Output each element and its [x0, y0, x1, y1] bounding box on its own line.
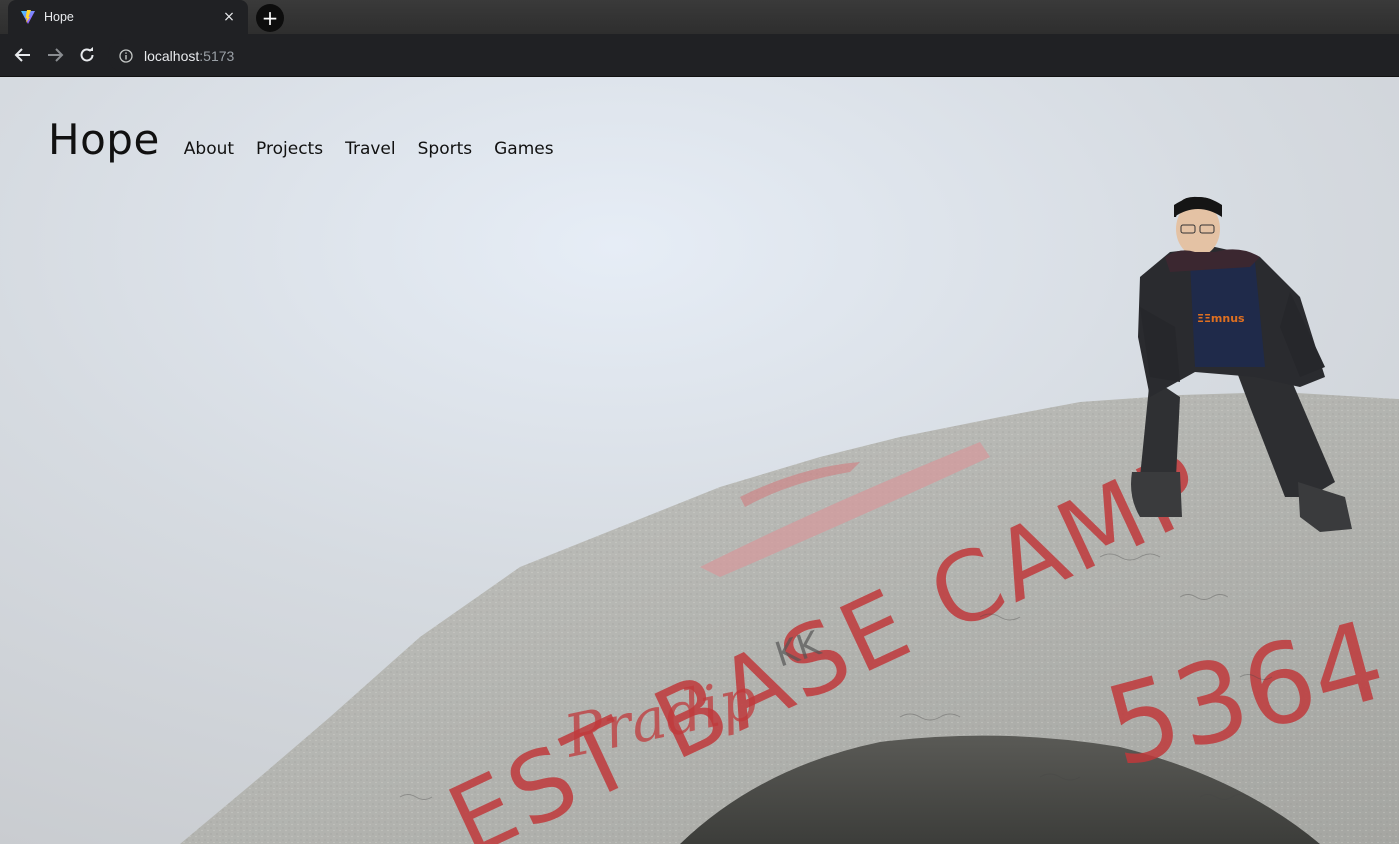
tab-title: Hope	[44, 10, 74, 24]
browser-tab-strip: Hope × +	[0, 0, 1399, 34]
hero-background-image: EST BASE CAMP 5364 Pradip KK ΞΞmnus	[0, 77, 1399, 844]
site-navigation: Hope About Projects Travel Sports Games	[48, 115, 576, 164]
new-tab-button[interactable]: +	[256, 4, 284, 32]
close-tab-icon[interactable]: ×	[220, 8, 238, 26]
back-arrow-icon[interactable]	[10, 42, 36, 68]
browser-toolbar: localhost:5173	[0, 34, 1399, 77]
browser-tab[interactable]: Hope ×	[8, 0, 248, 34]
nav-link-projects[interactable]: Projects	[256, 139, 323, 159]
site-logo[interactable]: Hope	[48, 115, 160, 164]
shirt-logo: ΞΞmnus	[1197, 312, 1245, 325]
page-viewport: EST BASE CAMP 5364 Pradip KK ΞΞmnus Hope…	[0, 77, 1399, 844]
nav-link-about[interactable]: About	[184, 139, 234, 159]
url-port: :5173	[199, 47, 235, 64]
reload-icon[interactable]	[74, 42, 100, 68]
url-text: localhost:5173	[144, 48, 234, 64]
nav-link-travel[interactable]: Travel	[345, 139, 396, 159]
site-info-icon[interactable]	[118, 48, 134, 64]
forward-arrow-icon[interactable]	[42, 42, 68, 68]
nav-link-games[interactable]: Games	[494, 139, 553, 159]
url-host: localhost	[144, 47, 200, 64]
nav-link-sports[interactable]: Sports	[418, 139, 473, 159]
address-bar[interactable]: localhost:5173	[108, 39, 1398, 72]
vite-logo-icon	[20, 9, 36, 25]
